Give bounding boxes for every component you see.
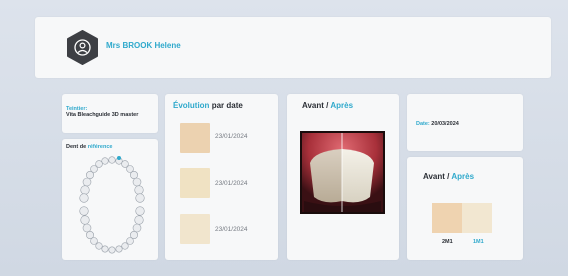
- date-text: Date: 20/03/2024: [416, 121, 459, 127]
- shade-after-code: 1M1: [473, 239, 484, 245]
- evolution-date-3: 23/01/2024: [215, 226, 248, 233]
- reference-tooth-label: Dent de référence: [66, 144, 113, 150]
- evolution-swatch-3[interactable]: [180, 214, 210, 244]
- dental-chart[interactable]: [76, 153, 148, 257]
- patient-name: Mrs BROOK Helene: [106, 41, 181, 50]
- before-after-tooth-photo[interactable]: [300, 131, 385, 214]
- shade-before-swatch[interactable]: [432, 203, 462, 233]
- teintier-value: Vita Bleachguide 3D master: [66, 112, 139, 118]
- evolution-date-1: 23/01/2024: [215, 133, 248, 140]
- teintier-panel: Teintier: Vita Bleachguide 3D master: [62, 94, 158, 133]
- before-after-title: Avant / Après: [302, 101, 354, 110]
- evolution-panel: Évolution par date 23/01/2024 23/01/2024…: [165, 94, 278, 260]
- date-panel: Date: 20/03/2024: [407, 94, 523, 151]
- evolution-swatch-2[interactable]: [180, 168, 210, 198]
- comparison-title: Avant / Après: [423, 172, 475, 181]
- shade-comparison-panel: Avant / Après 2M1 1M1: [407, 157, 523, 260]
- reference-tooth-panel: Dent de référence: [62, 139, 158, 260]
- shade-before-code: 2M1: [442, 239, 453, 245]
- user-hexagon-icon[interactable]: [66, 30, 99, 65]
- evolution-swatch-1[interactable]: [180, 123, 210, 153]
- evolution-date-2: 23/01/2024: [215, 180, 248, 187]
- shade-after-swatch[interactable]: [462, 203, 492, 233]
- evolution-title: Évolution par date: [173, 101, 243, 110]
- patient-header: Mrs BROOK Helene: [35, 17, 551, 78]
